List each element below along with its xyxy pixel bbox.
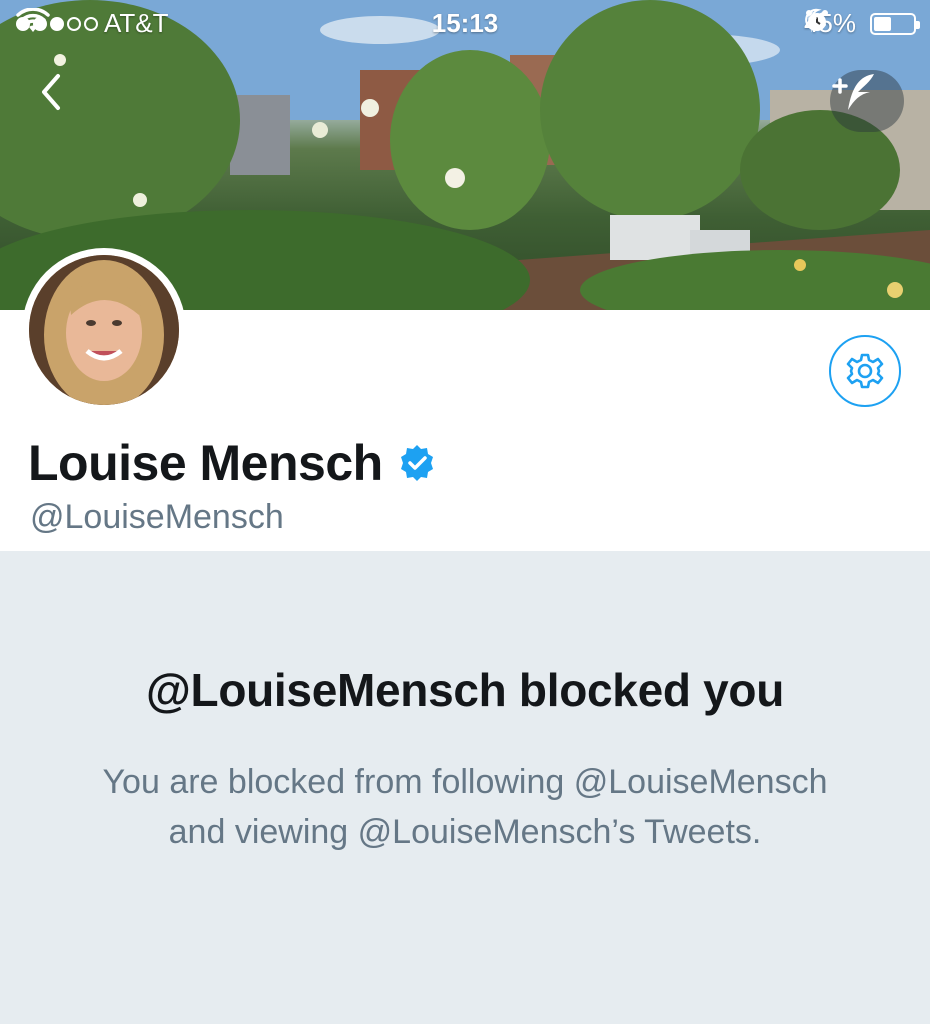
status-bar: AT&T 15:13 45%	[0, 0, 930, 46]
blocked-description-line-2: and viewing @LouiseMensch’s Tweets.	[168, 813, 762, 851]
blocked-description-line-1: You are blocked from following @LouiseMe…	[102, 763, 828, 801]
settings-button[interactable]	[829, 335, 901, 407]
chevron-left-icon	[42, 74, 60, 110]
avatar-portrait	[29, 255, 179, 405]
avatar-image	[29, 255, 179, 405]
profile-handle: @LouiseMensch	[30, 498, 284, 536]
blocked-description: You are blocked from following @LouiseMe…	[60, 757, 870, 857]
bluetooth-icon	[806, 9, 819, 33]
status-bar-right: 45%	[804, 8, 920, 39]
verified-badge-icon	[400, 445, 433, 481]
status-bar-time: 15:13	[431, 8, 499, 38]
profile-name-row: Louise Mensch	[28, 434, 437, 492]
compose-tweet-button[interactable]	[830, 70, 904, 132]
feather-plus-icon	[832, 74, 874, 110]
battery-level	[874, 16, 891, 31]
gear-icon	[846, 353, 884, 389]
battery-tip	[916, 20, 920, 29]
back-button[interactable]	[38, 72, 86, 120]
profile-display-name: Louise Mensch	[28, 435, 383, 491]
battery-icon	[870, 12, 920, 35]
blocked-title: @LouiseMensch blocked you	[145, 664, 785, 716]
avatar[interactable]	[22, 248, 186, 412]
blocked-message-panel: @LouiseMensch blocked you You are blocke…	[0, 551, 930, 1024]
